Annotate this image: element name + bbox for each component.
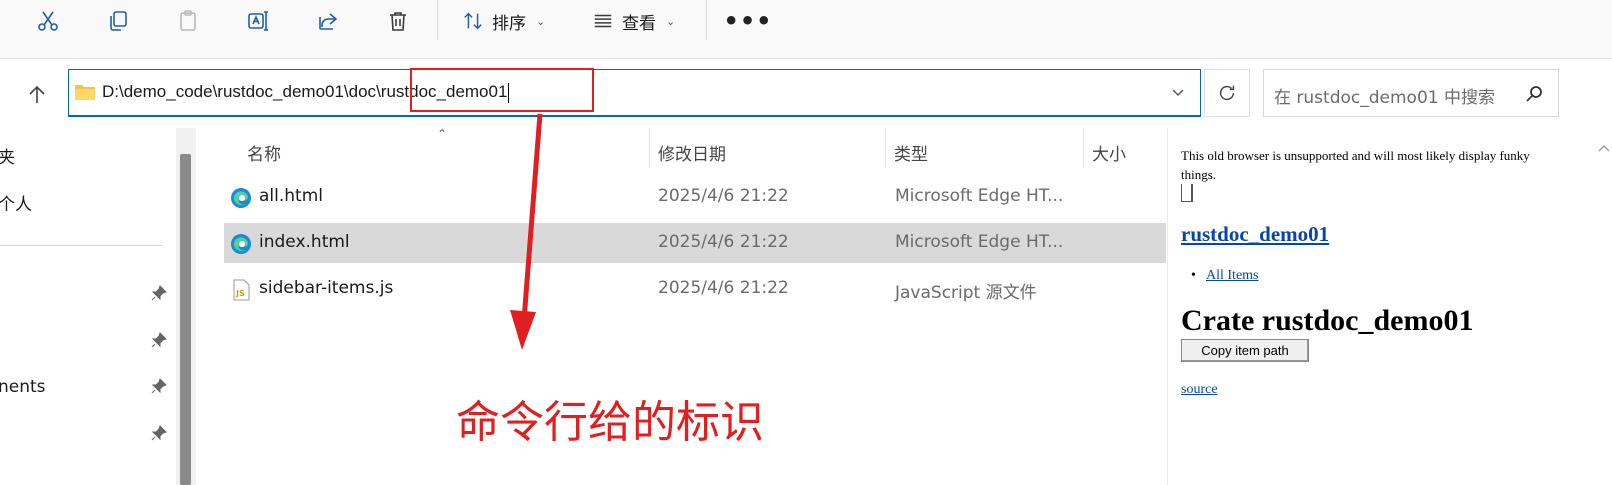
nav-item-documents[interactable]: nents [0, 377, 46, 397]
edge-icon [231, 234, 251, 254]
edge-icon [231, 188, 251, 208]
command-bar: 排序 ⌄ 查看 ⌄ ••• [0, 0, 1612, 59]
navigation-pane: 夹 个人 nents [0, 128, 176, 485]
toolbar-divider [706, 0, 707, 40]
refresh-button[interactable] [1204, 69, 1250, 117]
address-path-prefix: D:\demo_code\rustdoc_demo01\doc [102, 82, 377, 101]
file-date: 2025/4/6 21:22 [658, 186, 789, 206]
file-row[interactable]: JS sidebar-items.js 2025/4/6 21:22 JavaS… [224, 269, 1166, 309]
js-file-icon: JS [233, 279, 250, 301]
column-divider[interactable] [1083, 128, 1084, 168]
sort-ascending-icon: ⌃ [437, 127, 448, 141]
text-caret [508, 82, 510, 103]
preview-warning: This old browser is unsupported and will… [1181, 148, 1530, 182]
column-header-type[interactable]: 类型 [894, 140, 928, 165]
search-box[interactable]: 在 rustdoc_demo01 中搜索 [1263, 69, 1559, 117]
preview-pane: This old browser is unsupported and will… [1167, 128, 1612, 485]
preview-source-link[interactable]: source [1181, 382, 1218, 398]
preview-crate-link[interactable]: rustdoc_demo01 [1181, 222, 1329, 247]
view-menu[interactable]: 查看 ⌄ [592, 4, 675, 38]
rename-icon [248, 11, 268, 31]
copy-item-path-button[interactable]: Copy item path [1181, 339, 1309, 362]
nav-divider [0, 245, 162, 246]
share-button[interactable] [308, 4, 348, 38]
nav-item-favorites[interactable]: 夹 [0, 143, 15, 168]
preview-all-items-link[interactable]: All Items [1191, 268, 1258, 284]
rename-button[interactable] [238, 4, 278, 38]
pin-icon [151, 378, 167, 394]
sort-menu[interactable]: 排序 ⌄ [462, 4, 545, 38]
search-placeholder: 在 rustdoc_demo01 中搜索 [1274, 88, 1495, 108]
svg-text:JS: JS [235, 289, 245, 298]
address-bar[interactable]: D:\demo_code\rustdoc_demo01\doc\rustdoc_… [68, 69, 1201, 117]
clipboard-icon [180, 10, 196, 31]
up-button[interactable] [20, 78, 54, 112]
toolbar-divider [437, 0, 438, 40]
file-type: Microsoft Edge HT... [895, 232, 1064, 252]
paste-button[interactable] [168, 4, 208, 38]
copy-icon [110, 11, 127, 31]
file-row-selected[interactable]: index.html 2025/4/6 21:22 Microsoft Edge… [224, 223, 1166, 263]
search-icon[interactable] [1524, 84, 1544, 104]
address-path-highlight: \rustdoc_demo01 [376, 82, 508, 101]
file-name: index.html [259, 232, 350, 252]
view-list-icon [594, 14, 612, 28]
refresh-icon [1219, 85, 1235, 101]
cut-button[interactable] [28, 4, 68, 38]
file-date: 2025/4/6 21:22 [658, 232, 789, 252]
folder-icon [75, 85, 95, 100]
copy-button[interactable] [98, 4, 138, 38]
nav-scrollbar-thumb[interactable] [180, 154, 191, 485]
file-type: JavaScript 源文件 [895, 283, 1037, 303]
preview-title: Crate rustdoc_demo01 [1181, 304, 1474, 337]
column-header-name[interactable]: 名称 [247, 140, 281, 165]
scissors-icon [38, 11, 58, 31]
chevron-up-icon[interactable] [1597, 142, 1611, 156]
file-row[interactable]: all.html 2025/4/6 21:22 Microsoft Edge H… [224, 177, 1166, 217]
pin-icon [151, 285, 167, 301]
pin-icon [151, 425, 167, 441]
share-icon [319, 13, 338, 30]
file-name: all.html [259, 186, 323, 206]
chevron-down-icon: ⌄ [666, 14, 676, 28]
sort-icon [464, 12, 482, 30]
annotation-arrow [510, 113, 543, 350]
column-header-size[interactable]: 大小 [1092, 140, 1126, 165]
address-path[interactable]: D:\demo_code\rustdoc_demo01\doc\rustdoc_… [102, 82, 510, 103]
file-type: Microsoft Edge HT... [895, 186, 1064, 206]
view-label: 查看 [622, 13, 656, 34]
column-divider[interactable] [885, 128, 886, 168]
file-name: sidebar-items.js [259, 278, 394, 298]
column-divider[interactable] [649, 128, 650, 168]
preview-toggle-box[interactable] [1181, 184, 1193, 202]
chevron-down-icon: ⌄ [536, 14, 546, 28]
chevron-down-icon[interactable] [1170, 84, 1186, 100]
arrow-up-icon [29, 85, 45, 103]
more-options-button[interactable]: ••• [723, 4, 771, 38]
sort-label: 排序 [492, 13, 526, 34]
column-header-date[interactable]: 修改日期 [658, 140, 726, 165]
file-date: 2025/4/6 21:22 [658, 278, 789, 298]
trash-icon [390, 12, 406, 31]
annotation-label: 命令行给的标识 [456, 397, 764, 448]
nav-item-personal[interactable]: 个人 [0, 190, 32, 215]
pin-icon [151, 332, 167, 348]
delete-button[interactable] [378, 4, 418, 38]
